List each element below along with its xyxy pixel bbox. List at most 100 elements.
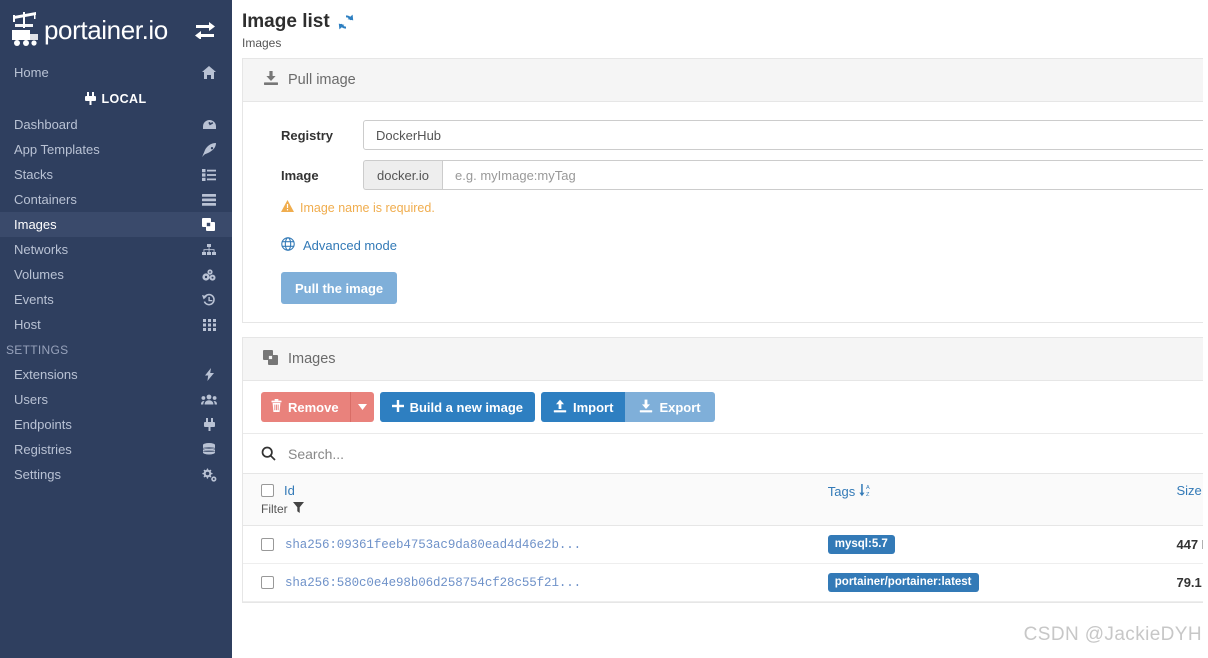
sidebar-item-networks[interactable]: Networks	[0, 237, 232, 262]
download-icon	[263, 70, 279, 90]
pull-image-panel-header: Pull image	[243, 59, 1208, 102]
sidebar-item-home[interactable]: Home	[0, 60, 232, 85]
cell-tags: mysql:5.7	[827, 525, 1177, 564]
table-row[interactable]: sha256:580c0e4e98b06d258754cf28c55f21...…	[243, 563, 1208, 602]
tag-badge: portainer/portainer:latest	[827, 573, 979, 592]
images-toolbar: Remove Build a new image Import Export	[243, 381, 1208, 434]
app-root: portainer.io Home LOCAL Dashboard App Te…	[0, 0, 1208, 658]
sidebar-item-volumes[interactable]: Volumes	[0, 262, 232, 287]
sidebar-item-registries[interactable]: Registries	[0, 437, 232, 462]
sidebar-item-label: Containers	[14, 192, 77, 207]
import-button-label: Import	[573, 399, 614, 415]
image-label: Image	[281, 167, 319, 183]
sidebar-item-label: Registries	[14, 442, 72, 457]
dashboard-icon	[200, 119, 218, 131]
export-button-label: Export	[659, 399, 701, 415]
sidebar-settings-title: SETTINGS	[6, 342, 69, 357]
sidebar-item-label: Users	[14, 392, 48, 407]
sidebar-item-images[interactable]: Images	[0, 212, 232, 237]
sidebar-item-label: Stacks	[14, 167, 54, 182]
sidebar-item-label: Home	[14, 65, 49, 80]
select-all-checkbox[interactable]	[261, 484, 274, 497]
sidebar-item-label: Events	[14, 292, 54, 307]
registry-row: Registry	[263, 120, 1208, 150]
globe-icon	[281, 237, 295, 254]
exchange-arrows-icon[interactable]	[192, 17, 218, 43]
sidebar-item-app-templates[interactable]: App Templates	[0, 137, 232, 162]
rocket-icon	[200, 142, 218, 157]
column-header-tags-label[interactable]: Tags	[828, 484, 855, 499]
sidebar-item-settings[interactable]: Settings	[0, 462, 232, 487]
column-header-id-label[interactable]: Id	[284, 483, 295, 498]
search-icon	[261, 446, 276, 461]
plug-icon	[200, 418, 218, 431]
brand-header: portainer.io	[0, 0, 232, 60]
advanced-mode-link[interactable]: Advanced mode	[263, 237, 1208, 254]
column-header-tags[interactable]: Tags AZ	[827, 474, 1177, 526]
search-input[interactable]	[286, 440, 1208, 467]
bolt-icon	[200, 368, 218, 381]
cell-id: sha256:580c0e4e98b06d258754cf28c55f21...	[243, 563, 828, 602]
registry-select[interactable]	[363, 120, 1208, 150]
import-export-group: Import Export	[541, 392, 715, 422]
column-header-id: Id Filter	[243, 474, 828, 526]
image-name-error-text: Image name is required.	[300, 200, 435, 215]
pull-image-form: Registry Image docker.io	[243, 102, 1208, 322]
image-name-input[interactable]	[442, 160, 1208, 190]
images-table: Id Filter Tags A Z Size sha256:09361feeb…	[243, 474, 1208, 602]
cell-id: sha256:09361feeb4753ac9da80ead4d46e2b...	[243, 525, 828, 564]
images-icon	[263, 349, 279, 369]
build-new-image-button[interactable]: Build a new image	[379, 392, 535, 422]
tag-badge: mysql:5.7	[827, 535, 895, 554]
image-id-link[interactable]: sha256:580c0e4e98b06d258754cf28c55f21...	[285, 576, 581, 590]
breadcrumb: Images	[242, 35, 282, 50]
warning-icon	[281, 200, 294, 215]
build-new-image-label: Build a new image	[409, 399, 523, 415]
gears-icon	[200, 468, 218, 482]
remove-button[interactable]: Remove	[261, 392, 350, 422]
users-icon	[200, 394, 218, 405]
sidebar-item-host[interactable]: Host	[0, 312, 232, 337]
pull-image-panel-title: Pull image	[288, 72, 356, 88]
import-button[interactable]: Import	[541, 392, 626, 422]
sidebar-item-label: Images	[14, 217, 57, 232]
row-checkbox[interactable]	[261, 538, 274, 551]
images-icon	[200, 218, 218, 231]
sidebar-item-stacks[interactable]: Stacks	[0, 162, 232, 187]
trash-icon	[271, 399, 282, 415]
row-checkbox[interactable]	[261, 576, 274, 589]
filter-control[interactable]: Filter	[261, 502, 828, 516]
sidebar-item-label: Dashboard	[14, 117, 78, 132]
advanced-mode-label: Advanced mode	[303, 238, 397, 253]
column-header-size-label[interactable]: Size	[1176, 483, 1201, 498]
sidebar-item-events[interactable]: Events	[0, 287, 232, 312]
portainer-crane-logo-icon	[8, 10, 42, 50]
table-row[interactable]: sha256:09361feeb4753ac9da80ead4d46e2b...…	[243, 525, 1208, 564]
page-title: Image list	[242, 11, 1208, 33]
right-gutter	[1203, 0, 1208, 658]
remove-dropdown-caret-down-icon[interactable]	[349, 392, 374, 422]
sidebar-item-label: Endpoints	[14, 417, 72, 432]
export-button[interactable]: Export	[625, 392, 715, 422]
image-registry-addon: docker.io	[363, 160, 443, 190]
volumes-icon	[200, 268, 218, 281]
watermark: CSDN @JackieDYH	[1023, 624, 1202, 645]
remove-button-label: Remove	[288, 399, 339, 415]
sidebar-item-extensions[interactable]: Extensions	[0, 362, 232, 387]
sidebar-item-endpoints[interactable]: Endpoints	[0, 412, 232, 437]
pull-the-image-button[interactable]: Pull the image	[281, 272, 398, 304]
images-panel-title: Images	[288, 351, 336, 367]
sidebar-item-users[interactable]: Users	[0, 387, 232, 412]
sidebar-item-label: App Templates	[14, 142, 100, 157]
sidebar-item-containers[interactable]: Containers	[0, 187, 232, 212]
filter-label: Filter	[261, 502, 288, 516]
brand-name: portainer.io	[44, 15, 168, 45]
grid-icon	[200, 318, 218, 331]
image-id-link[interactable]: sha256:09361feeb4753ac9da80ead4d46e2b...	[285, 538, 581, 552]
refresh-icon[interactable]	[337, 13, 355, 31]
sidebar-item-dashboard[interactable]: Dashboard	[0, 112, 232, 137]
download-icon	[639, 399, 653, 416]
sidebar-item-label: Settings	[14, 467, 61, 482]
funnel-icon	[292, 502, 304, 516]
remove-button-group: Remove	[261, 392, 374, 422]
